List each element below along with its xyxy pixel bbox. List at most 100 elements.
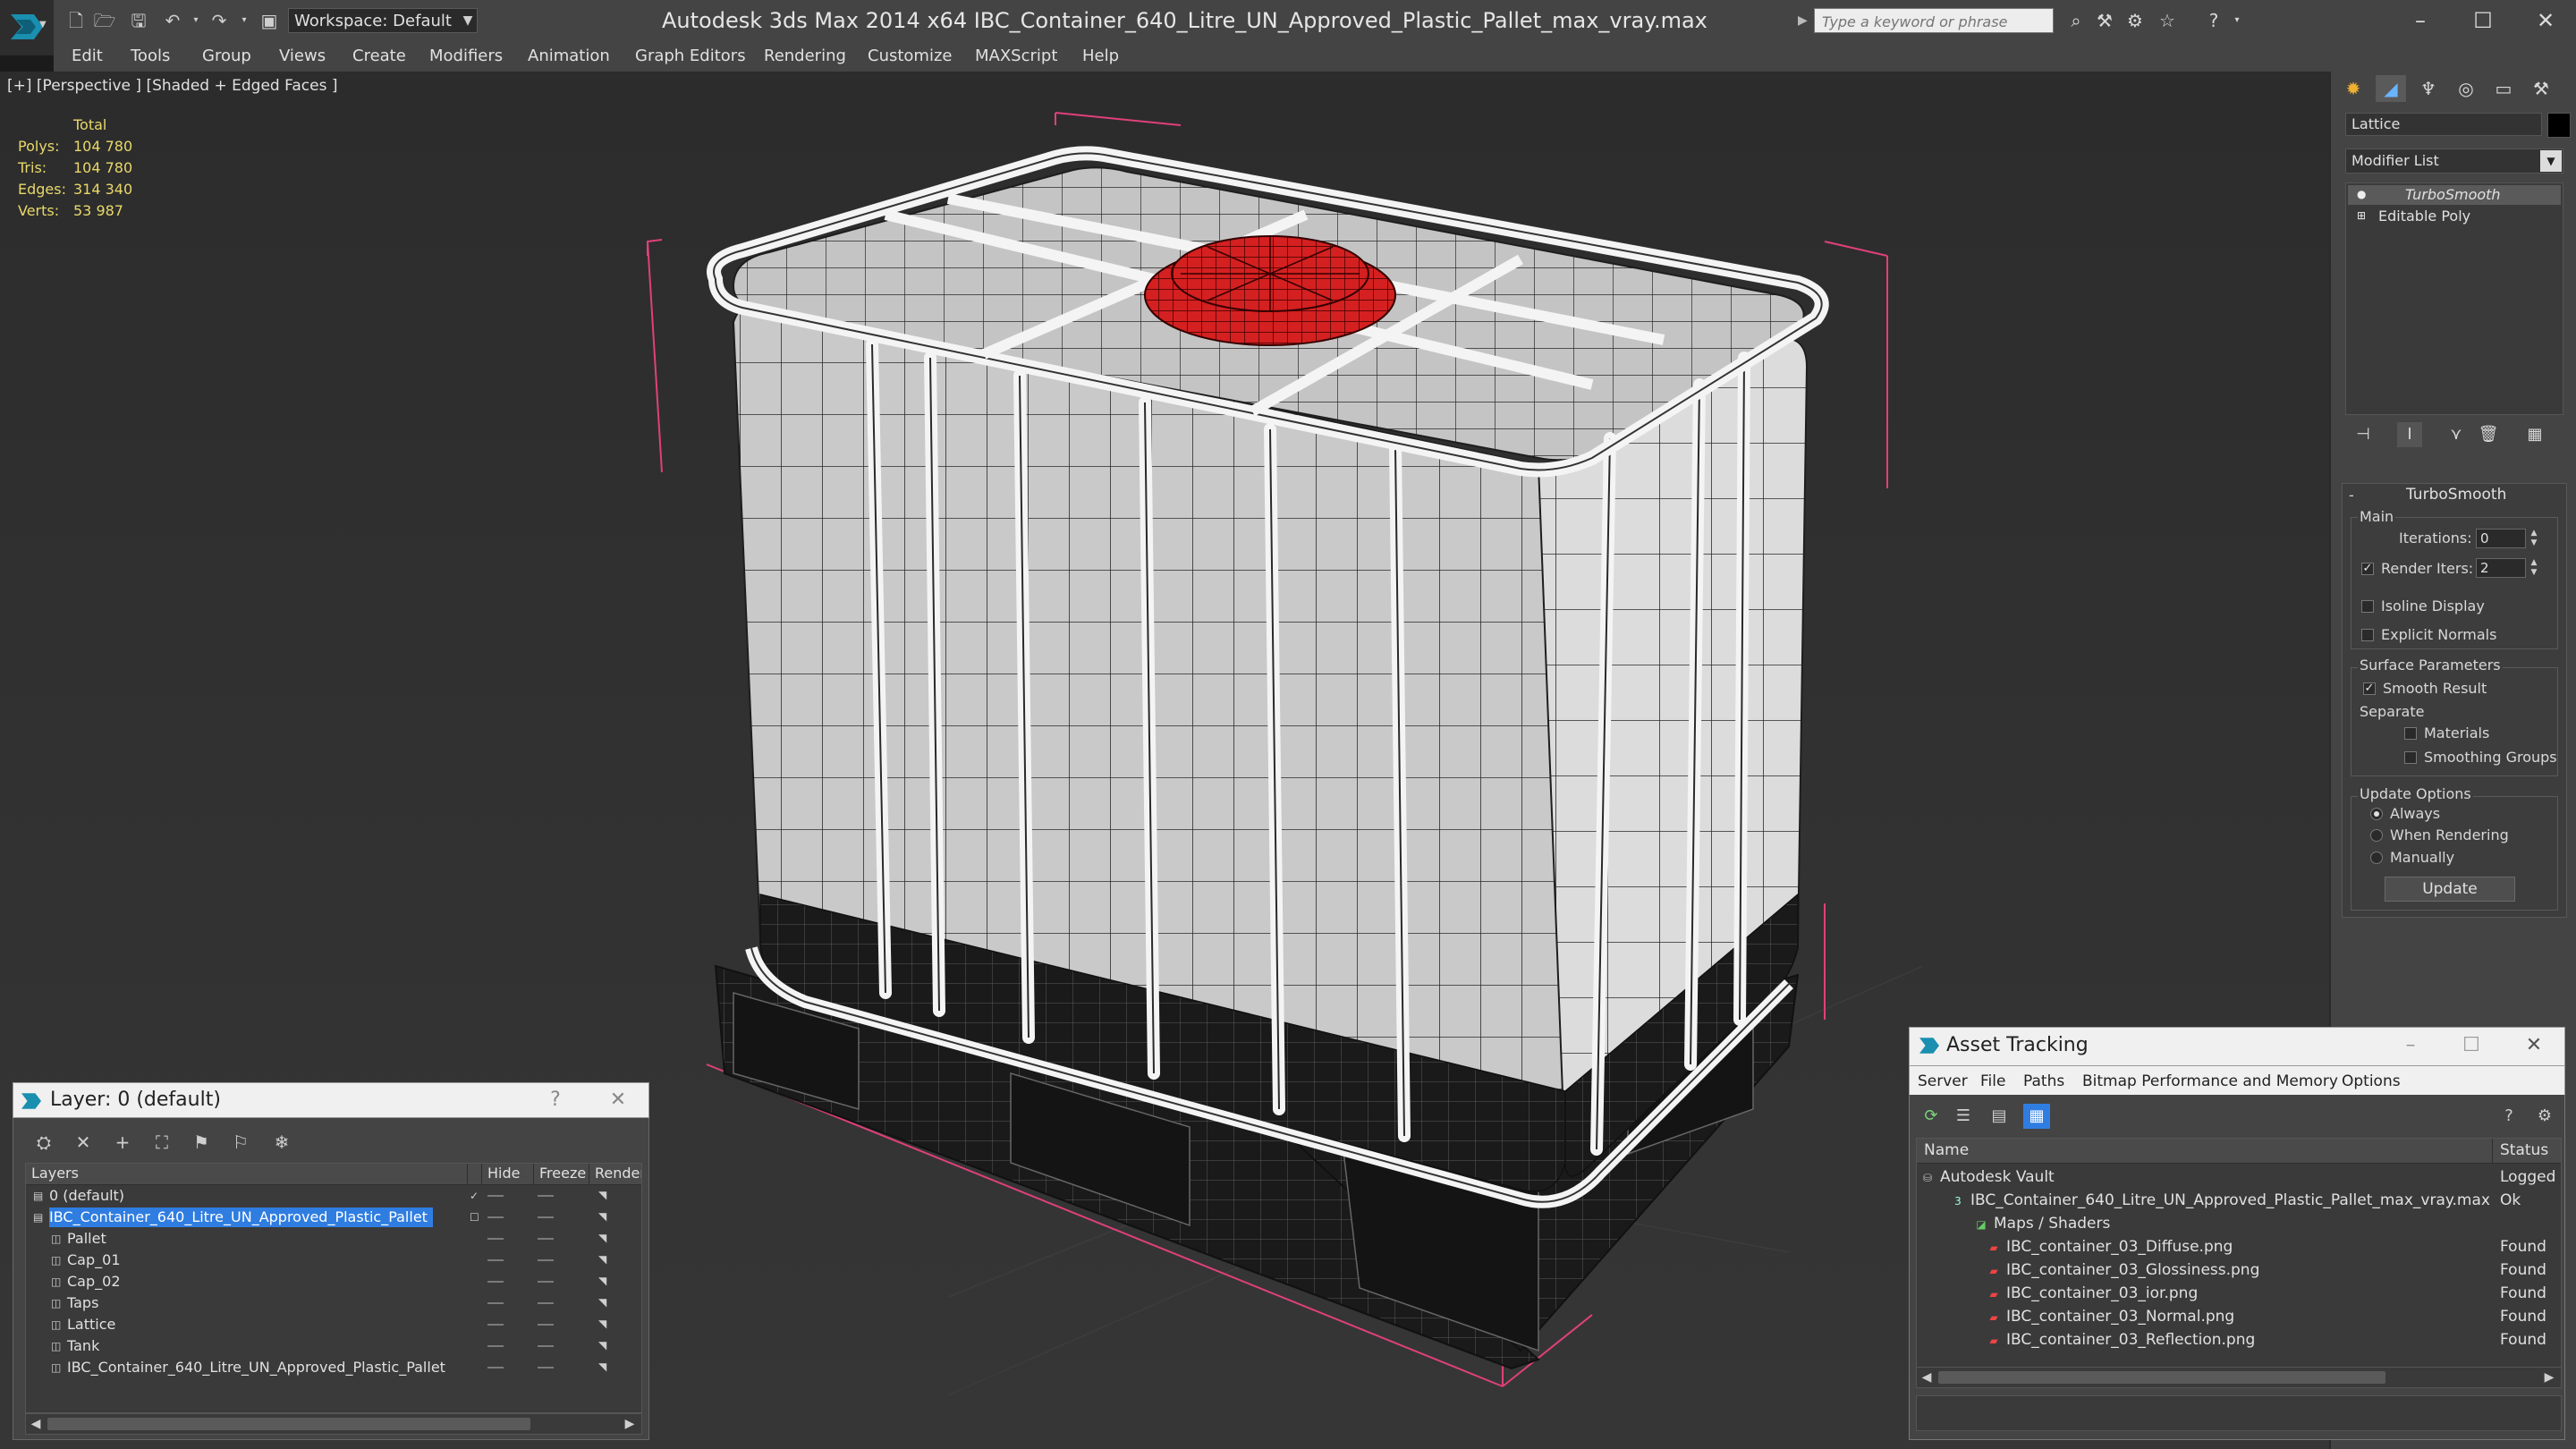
menu-modifiers[interactable]: Modifiers	[429, 41, 503, 72]
freeze-toggle[interactable]	[538, 1367, 554, 1368]
subscription-icon[interactable]: ⚒	[2093, 10, 2116, 31]
help-dropdown-icon[interactable]: ▾	[2225, 10, 2249, 31]
freeze-all-layers-icon[interactable]: ❄	[267, 1129, 297, 1156]
freeze-toggle[interactable]	[538, 1324, 554, 1326]
modifier-list-arrow-icon[interactable]: ▼	[2540, 150, 2562, 172]
layer-horizontal-scrollbar[interactable]: ◀ ▶	[25, 1413, 642, 1435]
layer-row[interactable]: ▤ 0 (default) ✓ ◥	[26, 1185, 641, 1207]
render-teapot-icon[interactable]: ◥	[598, 1254, 611, 1265]
freeze-toggle[interactable]	[538, 1238, 554, 1240]
iterations-spinner-arrows-icon[interactable]: ▲ ▼	[2528, 529, 2540, 548]
asset-menu-server[interactable]: Server	[1918, 1070, 1968, 1093]
asset-row[interactable]: ▰ IBC_container_03_Diffuse.png Found	[1917, 1235, 2561, 1258]
materials-checkbox[interactable]	[2404, 727, 2417, 740]
layer-row[interactable]: ◫ Cap_02 ◥	[26, 1271, 641, 1292]
asset-horizontal-scrollbar[interactable]: ◀ ▶	[1916, 1367, 2562, 1388]
render-teapot-icon[interactable]: ◥	[598, 1361, 611, 1372]
render-teapot-icon[interactable]: ◥	[598, 1233, 611, 1243]
asset-minimize-icon[interactable]: –	[2388, 1030, 2433, 1061]
asset-row[interactable]: ⛁ Autodesk Vault Logged O	[1917, 1165, 2561, 1189]
asset-menu-paths[interactable]: Paths	[2023, 1070, 2064, 1093]
render-teapot-icon[interactable]: ◥	[598, 1275, 611, 1286]
smoothing-groups-checkbox[interactable]	[2404, 751, 2417, 764]
asset-row[interactable]: ▰ IBC_container_03_ior.png Found	[1917, 1282, 2561, 1305]
render-teapot-icon[interactable]: ◥	[598, 1318, 611, 1329]
freeze-toggle[interactable]	[538, 1259, 554, 1261]
scroll-left-icon[interactable]: ◀	[26, 1414, 46, 1434]
freeze-toggle[interactable]	[538, 1302, 554, 1304]
highlight-layer-icon[interactable]: ⚑	[186, 1129, 216, 1156]
asset-menu-file[interactable]: File	[1980, 1070, 2005, 1093]
modifier-list-dropdown[interactable]: Modifier List	[2345, 148, 2563, 174]
stack-item-turbosmooth[interactable]: ● TurboSmooth	[2348, 185, 2561, 205]
menu-views[interactable]: Views	[279, 41, 326, 72]
rollout-title[interactable]: TurboSmooth	[2406, 486, 2506, 504]
undo-icon[interactable]: ↶	[161, 9, 184, 32]
viewport-label-menu[interactable]: [+] [Perspective ] [Shaded + Edged Faces…	[7, 77, 337, 95]
favorites-star-icon[interactable]: ☆	[2156, 10, 2179, 31]
layer-row[interactable]: ◫ Lattice ◥	[26, 1314, 641, 1335]
asset-settings-icon[interactable]: ⚙	[2531, 1104, 2558, 1129]
create-layer-icon[interactable]: ⛭	[29, 1129, 59, 1156]
render-iters-checkbox[interactable]: ✓	[2361, 563, 2374, 575]
menu-tools[interactable]: Tools	[131, 41, 170, 72]
close-icon[interactable]: ✕	[2519, 4, 2572, 38]
undo-dropdown-icon[interactable]: ▾	[184, 9, 208, 32]
asset-row[interactable]: ▰ IBC_container_03_Glossiness.png Found	[1917, 1258, 2561, 1282]
menu-group[interactable]: Group	[202, 41, 251, 72]
table-view-icon[interactable]: ▦	[2023, 1104, 2050, 1129]
utilities-tab-icon[interactable]: ⚒	[2526, 75, 2556, 102]
render-teapot-icon[interactable]: ◥	[598, 1190, 611, 1200]
hide-all-layers-icon[interactable]: ⚐	[225, 1129, 256, 1156]
light-bulb-icon[interactable]: ●	[2357, 189, 2368, 199]
rollout-collapse-icon[interactable]: -	[2349, 487, 2354, 504]
workspace-dropdown-arrow-icon[interactable]: ▼	[458, 8, 478, 33]
redo-icon[interactable]: ↷	[208, 9, 231, 32]
asset-menu-bitmap-performance[interactable]: Bitmap Performance and Memory	[2082, 1070, 2338, 1093]
tree-view-icon[interactable]: ▤	[1986, 1104, 2012, 1129]
layer-row[interactable]: ◫ Tank ◥	[26, 1335, 641, 1357]
maximize-icon[interactable]: ☐	[2456, 4, 2510, 38]
asset-scroll-right-icon[interactable]: ▶	[2539, 1368, 2559, 1387]
layer-help-button[interactable]: ?	[542, 1088, 569, 1113]
isoline-display-checkbox[interactable]	[2361, 600, 2374, 613]
hide-toggle[interactable]	[487, 1216, 504, 1218]
scroll-thumb[interactable]	[47, 1418, 530, 1430]
hide-toggle[interactable]	[487, 1367, 504, 1368]
refresh-icon[interactable]: ⟳	[1918, 1104, 1945, 1129]
select-objects-in-layer-icon[interactable]: ⛶	[147, 1129, 177, 1156]
asset-close-icon[interactable]: ✕	[2512, 1030, 2556, 1061]
asset-row[interactable]: ▰ IBC_container_03_Reflection.png Found	[1917, 1328, 2561, 1352]
col-status[interactable]: Status	[2493, 1139, 2561, 1164]
render-iters-spinner-arrows-icon[interactable]: ▲ ▼	[2528, 558, 2540, 578]
delete-layer-icon[interactable]: ✕	[68, 1129, 98, 1156]
smooth-result-checkbox[interactable]: ✓	[2363, 682, 2376, 695]
modify-tab-icon[interactable]: ◢	[2376, 75, 2406, 102]
render-iters-spinner-field[interactable]: 2	[2476, 558, 2526, 578]
workspace-dropdown[interactable]: Workspace: Default	[288, 8, 478, 33]
configure-modifier-sets-icon[interactable]: ▦	[2522, 422, 2547, 447]
render-teapot-icon[interactable]: ◥	[598, 1211, 611, 1222]
explicit-normals-checkbox[interactable]	[2361, 629, 2374, 641]
menu-rendering[interactable]: Rendering	[764, 41, 846, 72]
hide-toggle[interactable]	[487, 1302, 504, 1304]
menu-maxscript[interactable]: MAXScript	[975, 41, 1057, 72]
menu-create[interactable]: Create	[352, 41, 406, 72]
iterations-spinner-field[interactable]: 0	[2476, 529, 2526, 548]
asset-row[interactable]: ▰ IBC_container_03_Normal.png Found	[1917, 1305, 2561, 1328]
freeze-toggle[interactable]	[538, 1195, 554, 1197]
hide-toggle[interactable]	[487, 1281, 504, 1283]
menu-graph-editors[interactable]: Graph Editors	[635, 41, 746, 72]
col-render[interactable]: Render	[589, 1164, 641, 1185]
search-box[interactable]	[1814, 8, 2065, 34]
hide-toggle[interactable]	[487, 1238, 504, 1240]
layer-row[interactable]: ◫ IBC_Container_640_Litre_UN_Approved_Pla…	[26, 1357, 641, 1378]
manually-radio[interactable]	[2370, 852, 2383, 864]
asset-menu-options[interactable]: Options	[2342, 1070, 2401, 1093]
menu-animation[interactable]: Animation	[528, 41, 610, 72]
hierarchy-tab-icon[interactable]: ♆	[2413, 75, 2444, 102]
open-file-icon[interactable]: 🗁	[93, 9, 116, 32]
hide-toggle[interactable]	[487, 1259, 504, 1261]
freeze-toggle[interactable]	[538, 1216, 554, 1218]
asset-scroll-thumb[interactable]	[1938, 1371, 2385, 1384]
